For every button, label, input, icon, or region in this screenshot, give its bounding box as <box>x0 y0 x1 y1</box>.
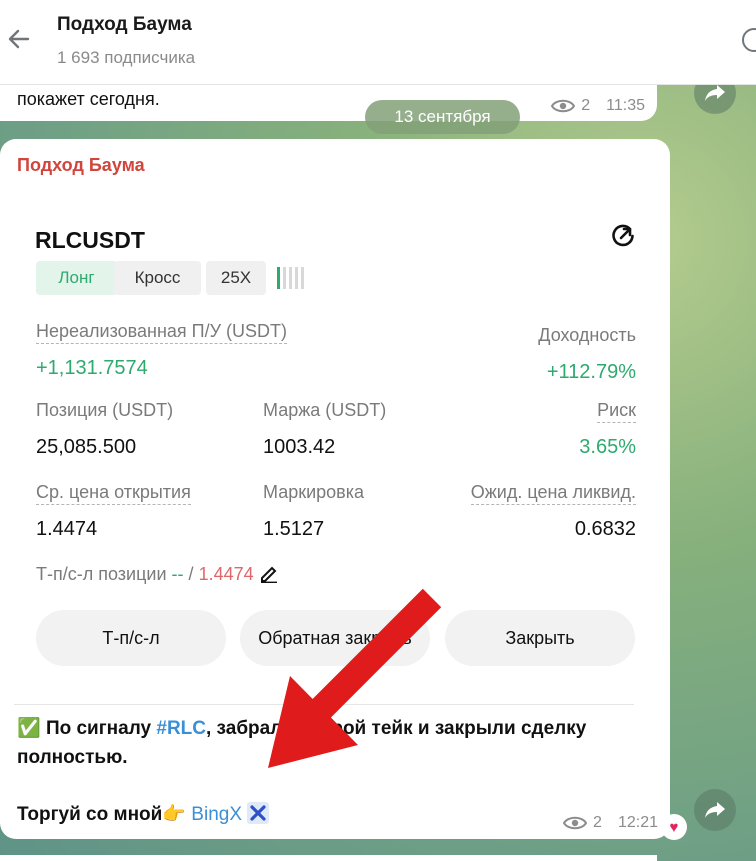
heart-reaction[interactable]: ♥ <box>661 814 687 840</box>
trade-prefix: Торгуй со мной <box>17 804 163 825</box>
margin-mode-tag: Кросс <box>114 261 201 295</box>
message-meta: 2 12:21 <box>563 814 658 832</box>
liquidation-price-label: Ожид. цена ликвид. <box>470 482 636 505</box>
unrealized-pnl-value: +1,131.7574 <box>36 357 148 379</box>
channel-title[interactable]: Подход Баума <box>57 14 192 36</box>
risk-level-bars <box>277 267 304 289</box>
liquidation-price-value: 0.6832 <box>574 518 636 540</box>
hashtag-link[interactable]: #RLC <box>156 718 206 739</box>
tpsl-button: Т-п/с-л <box>36 610 226 666</box>
views-count: 2 <box>593 814 602 831</box>
previous-message[interactable]: покажет сегодня. 2 11:35 <box>0 85 657 121</box>
side-tag: Лонг <box>36 261 117 295</box>
forward-button-2[interactable] <box>694 789 736 831</box>
edit-pencil-icon <box>260 566 277 584</box>
card-divider <box>14 704 634 705</box>
take-profit-value: -- <box>171 564 184 584</box>
chat-header: Подход Баума 1 693 подписчика <box>0 0 756 85</box>
previous-views-count: 2 <box>581 97 591 114</box>
message-bubble[interactable]: Подход Баума RLCUSDT Лонг Кросс 25X Нере… <box>0 139 670 839</box>
close-button: Закрыть <box>445 610 635 666</box>
margin-label: Маржа (USDT) <box>263 400 387 420</box>
entry-price-label: Ср. цена открытия <box>36 482 191 505</box>
mark-price-label: Маркировка <box>263 482 365 502</box>
next-message-edge <box>0 855 657 861</box>
entry-price-value: 1.4474 <box>36 518 98 540</box>
search-icon[interactable] <box>742 28 756 52</box>
trade-with-me-line: Торгуй со мной👉 BingX <box>17 802 270 826</box>
message-text: ✅ По сигналу #RLC, забрали второй тейк и… <box>17 714 647 772</box>
tpsl-separator: / <box>183 564 199 584</box>
x-logo-icon <box>247 802 270 824</box>
message-text-part1: По сигналу <box>40 718 157 739</box>
trading-pair: RLCUSDT <box>35 227 145 253</box>
pointing-hand-emoji: 👉 <box>162 804 187 825</box>
tpsl-line: Т-п/с-л позиции -- / 1.4474 <box>36 563 279 585</box>
position-label: Позиция (USDT) <box>36 400 174 420</box>
date-divider: 13 сентября <box>365 100 520 134</box>
tpsl-label: Т-п/с-л позиции <box>36 564 167 584</box>
share-icon <box>612 224 634 247</box>
risk-label: Риск <box>597 400 636 423</box>
roi-value: +112.79% <box>546 361 636 383</box>
unrealized-pnl-label: Нереализованная П/У (USDT) <box>36 321 288 344</box>
views-eye-icon <box>563 816 588 830</box>
stop-loss-value: 1.4474 <box>198 564 254 584</box>
forward-icon <box>705 85 725 101</box>
mark-price-value: 1.5127 <box>263 518 325 540</box>
reverse-close-button: Обратная закрыть <box>240 610 430 666</box>
previous-message-time: 11:35 <box>606 97 645 114</box>
message-author[interactable]: Подход Баума <box>17 155 145 176</box>
position-value: 25,085.500 <box>36 436 137 458</box>
leverage-tag: 25X <box>206 261 266 295</box>
risk-value: 3.65% <box>579 436 636 458</box>
views-eye-icon <box>551 99 576 113</box>
message-time: 12:21 <box>617 814 658 831</box>
bingx-link[interactable]: BingX <box>191 804 242 825</box>
check-mark-emoji: ✅ <box>17 718 41 739</box>
back-arrow-icon[interactable] <box>6 26 32 52</box>
position-card-image[interactable]: RLCUSDT Лонг Кросс 25X Нереализованная П… <box>14 189 664 709</box>
previous-message-meta: 2 11:35 <box>551 97 645 115</box>
forward-icon <box>705 802 725 818</box>
previous-message-text: покажет сегодня. <box>17 89 160 109</box>
roi-label: Доходность <box>538 325 636 345</box>
subscriber-count: 1 693 подписчика <box>57 48 196 67</box>
margin-value: 1003.42 <box>263 436 336 458</box>
